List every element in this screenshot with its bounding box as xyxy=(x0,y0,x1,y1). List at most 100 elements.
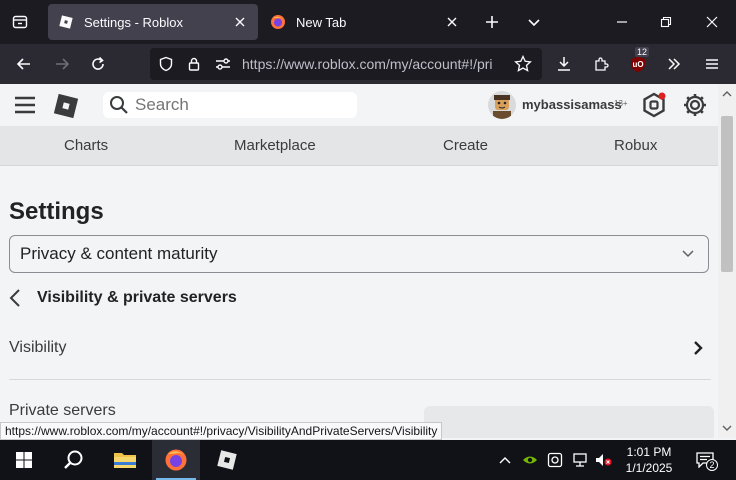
section-header: Visibility & private servers xyxy=(9,284,237,312)
firefox-icon xyxy=(165,449,187,471)
shield-icon[interactable] xyxy=(158,56,174,72)
list-all-tabs-button[interactable] xyxy=(520,8,548,36)
close-icon xyxy=(447,17,457,27)
avatar[interactable] xyxy=(488,91,516,119)
minimize-icon xyxy=(617,21,627,23)
tray-network[interactable] xyxy=(571,451,589,469)
scroll-up-icon[interactable] xyxy=(722,90,732,98)
reload-button[interactable] xyxy=(84,50,112,78)
nav-charts[interactable]: Charts xyxy=(64,137,108,154)
taskbar-roblox[interactable] xyxy=(203,440,251,480)
windows-logo-icon xyxy=(16,452,32,468)
forward-button[interactable] xyxy=(48,50,76,78)
show-hidden-icons-button[interactable] xyxy=(496,451,514,469)
arrow-right-icon xyxy=(56,58,70,70)
app-tray-icon xyxy=(547,452,563,468)
new-tab-button[interactable] xyxy=(478,8,506,36)
tab-new-tab[interactable]: New Tab xyxy=(262,4,472,40)
app-menu-button[interactable] xyxy=(698,50,726,78)
close-icon xyxy=(706,16,718,28)
clock-date: 1/1/2025 xyxy=(625,461,673,475)
close-tab-button[interactable] xyxy=(230,12,250,32)
back-button[interactable] xyxy=(10,50,38,78)
roblox-page: mybassisamass 13+ Charts Marketplace Cre… xyxy=(0,84,718,438)
arrow-left-icon xyxy=(16,58,30,70)
minimize-window-button[interactable] xyxy=(608,8,636,36)
url-text[interactable]: https://www.roblox.com/my/account#!/pri xyxy=(242,56,504,72)
close-tab-button[interactable] xyxy=(442,12,462,32)
taskbar-file-explorer[interactable] xyxy=(101,440,149,480)
downloads-button[interactable] xyxy=(550,50,578,78)
svg-text:uO: uO xyxy=(632,60,643,69)
tray-volume[interactable] xyxy=(595,451,613,469)
plus-icon xyxy=(486,16,498,28)
nav-robux[interactable]: Robux xyxy=(614,137,657,154)
row-divider xyxy=(9,379,711,380)
clock-time: 1:01 PM xyxy=(626,445,672,459)
notification-center-button[interactable]: 2 xyxy=(694,451,718,471)
tray-app[interactable] xyxy=(546,451,564,469)
hamburger-menu-icon[interactable] xyxy=(14,96,36,114)
more-tools-button[interactable] xyxy=(660,50,688,78)
roblox-search-bar[interactable] xyxy=(103,92,357,118)
bookmark-star-icon[interactable] xyxy=(514,55,532,73)
nav-create[interactable]: Create xyxy=(443,137,488,154)
section-title: Visibility & private servers xyxy=(37,289,237,306)
nav-marketplace[interactable]: Marketplace xyxy=(234,137,316,154)
firefox-view-button[interactable] xyxy=(6,8,34,36)
roblox-logo-icon[interactable] xyxy=(51,91,81,121)
volume-muted-icon xyxy=(596,454,612,466)
setting-label: Visibility xyxy=(9,339,67,356)
robux-icon[interactable] xyxy=(641,92,667,118)
ethernet-icon xyxy=(573,453,587,467)
browser-tab-strip: Settings - Roblox New Tab xyxy=(0,0,736,44)
puzzle-icon xyxy=(595,57,609,71)
scroll-down-icon[interactable] xyxy=(722,424,732,432)
close-icon xyxy=(235,17,245,27)
page-scrollbar[interactable] xyxy=(718,84,736,438)
ublock-shield-icon: uO xyxy=(631,56,645,72)
ublock-extension-button[interactable]: uO 12 xyxy=(624,47,652,78)
firefox-favicon-icon xyxy=(270,14,286,30)
extensions-button[interactable] xyxy=(587,50,615,78)
permissions-icon[interactable] xyxy=(214,56,232,72)
taskbar-search-button[interactable] xyxy=(50,440,98,480)
age-badge: 13+ xyxy=(614,99,628,108)
roblox-favicon-icon xyxy=(58,14,74,30)
chat-widget[interactable] xyxy=(424,406,714,438)
chevron-down-icon xyxy=(528,19,540,27)
taskbar-clock[interactable]: 1:01 PM 1/1/2025 xyxy=(616,444,682,476)
settings-category-dropdown[interactable]: Privacy & content maturity xyxy=(9,235,709,273)
search-input[interactable] xyxy=(135,95,335,115)
restore-window-button[interactable] xyxy=(652,8,680,36)
firefox-view-icon xyxy=(12,15,28,29)
dropdown-value: Privacy & content maturity xyxy=(20,244,218,263)
tray-nvidia[interactable] xyxy=(521,451,539,469)
double-chevron-right-icon xyxy=(668,58,681,70)
username[interactable]: mybassisamass xyxy=(522,97,622,112)
browser-nav-bar: https://www.roblox.com/my/account#!/pri … xyxy=(0,44,736,84)
folder-icon xyxy=(114,453,136,468)
roblox-icon xyxy=(217,450,237,470)
back-chevron-icon[interactable] xyxy=(9,288,21,308)
tab-title: New Tab xyxy=(296,14,347,30)
roblox-header: mybassisamass 13+ xyxy=(0,84,718,126)
chevron-right-icon xyxy=(693,340,703,356)
link-status-tooltip: https://www.roblox.com/my/account#!/priv… xyxy=(0,422,443,440)
nvidia-icon xyxy=(523,456,537,464)
restore-icon xyxy=(660,16,672,28)
tab-settings-roblox[interactable]: Settings - Roblox xyxy=(48,4,258,40)
close-window-button[interactable] xyxy=(698,8,726,36)
url-bar[interactable]: https://www.roblox.com/my/account#!/pri xyxy=(150,48,542,80)
gear-icon[interactable] xyxy=(682,92,708,118)
lock-icon[interactable] xyxy=(186,56,202,72)
extension-badge-count: 12 xyxy=(635,47,650,57)
download-icon xyxy=(558,57,570,71)
taskbar-firefox[interactable] xyxy=(152,440,200,480)
hamburger-menu-icon xyxy=(706,59,718,69)
scrollbar-thumb[interactable] xyxy=(721,116,733,272)
chevron-down-icon xyxy=(682,250,694,258)
setting-row-visibility[interactable]: Visibility xyxy=(9,328,711,368)
start-button[interactable] xyxy=(0,440,48,480)
search-icon xyxy=(64,450,83,469)
